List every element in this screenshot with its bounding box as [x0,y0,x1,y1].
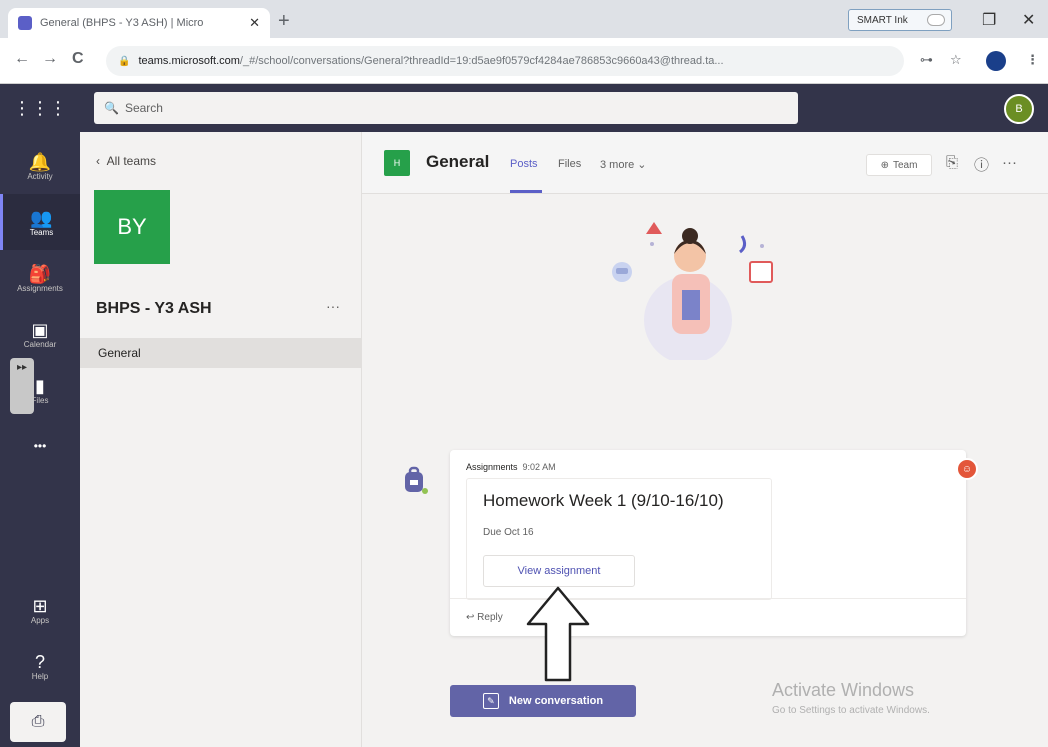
all-teams-label: All teams [106,154,157,168]
welcome-illustration [612,222,773,360]
rail-item-label: Calendar [23,339,57,349]
search-placeholder: Search [124,101,163,115]
browser-toolbar: ← → C 🔒 teams.microsoft.com /_#/school/c… [0,38,1048,84]
post-meta: Assignments 9:02 AM [466,462,556,472]
assignment-title: Homework Week 1 (9/10-16/10) [483,491,724,510]
browser-menu-icon[interactable]: ⋮ [1026,52,1039,68]
teams-icon: 👥 [30,207,53,228]
files-icon: ▮ [35,375,45,396]
back-button[interactable]: ← [14,50,30,68]
reply-icon: ↩ [466,612,478,623]
watermark-title: Activate Windows [772,680,915,700]
assignments-bot-avatar [400,466,430,496]
rail-item-label: Files [31,395,49,405]
rail-item-teams[interactable]: 👥 Teams [0,194,80,250]
smart-ink-toolbar[interactable]: SMART Ink [848,9,952,31]
search-icon: 🔍 [104,101,119,115]
channel-main: H General Posts Files 3 more ⌄ ⊕ Team ⎘ … [362,132,1048,747]
team-name: BHPS - Y3 ASH [96,300,212,317]
team-tile: BY [94,190,170,264]
team-more-options[interactable]: ··· [326,298,340,314]
address-bar[interactable]: 🔒 teams.microsoft.com /_#/school/convers… [106,46,904,76]
team-button[interactable]: ⊕ Team [866,154,932,176]
rail-item-label: Activity [27,171,53,181]
user-avatar[interactable]: B [1004,94,1034,124]
search-input[interactable]: 🔍 Search [94,92,798,124]
help-icon: ? [34,651,45,672]
activate-windows-watermark: Activate Windows Go to Settings to activ… [772,680,930,716]
rail-item-help[interactable]: ? Help [0,638,80,694]
active-tab-indicator [510,190,542,193]
browser-tab[interactable]: General (BHPS - Y3 ASH) | Micro ✕ [8,8,270,38]
annotation-up-arrow-icon [526,586,590,682]
channel-name: General [426,152,490,171]
channel-item-general[interactable]: General [80,338,362,368]
globe-icon: ⊕ [880,159,889,171]
smart-ink-toggle[interactable] [927,14,945,26]
reload-button[interactable]: C [72,50,84,68]
password-key-icon[interactable]: ⊶ [920,52,933,68]
new-conversation-button[interactable]: ✎ New conversation [450,685,636,717]
view-assignment-button[interactable]: View assignment [483,555,635,587]
rail-item-activity[interactable]: 🔔 Activity [0,138,80,194]
assignments-icon: 🎒 [28,263,52,284]
window-restore-button[interactable]: ❐ [982,10,996,30]
url-host: teams.microsoft.com [138,55,240,67]
rail-item-label: Assignments [17,283,63,293]
forward-button[interactable]: → [42,50,58,68]
browser-tab-title: General (BHPS - Y3 ASH) | Micro [40,17,204,29]
more-icon: ••• [33,439,47,453]
chevron-left-icon: ‹ [96,154,107,168]
teams-header: ⋮⋮⋮ 🔍 Search B [0,84,1048,132]
bell-icon: 🔔 [28,151,52,172]
meet-icon[interactable]: ⎘ [946,154,958,171]
rail-item-assignments[interactable]: 🎒 Assignments [0,250,80,306]
smart-ink-label: SMART Ink [857,14,908,26]
device-icon[interactable]: ⎙ [10,702,66,742]
app-rail: 🔔 Activity 👥 Teams 🎒 Assignments ▣ Calen… [0,132,80,747]
assignment-card: Homework Week 1 (9/10-16/10) Due Oct 16 … [466,478,772,600]
rail-item-calendar[interactable]: ▣ Calendar [0,306,80,362]
channel-header: H General Posts Files 3 more ⌄ ⊕ Team ⎘ … [362,132,1048,194]
app-launcher-icon[interactable]: ⋮⋮⋮ [0,84,80,132]
side-scroll-handle[interactable]: ▸▸ [10,358,34,414]
rail-item-more[interactable]: ••• [0,418,80,474]
assignment-due-date: Due Oct 16 [483,527,534,538]
tab-posts[interactable]: Posts [510,158,538,170]
reaction-icon[interactable]: ☺ [956,458,978,480]
apps-icon: ⊞ [32,595,48,616]
channel-more-icon[interactable]: ··· [1002,154,1017,171]
rail-item-apps[interactable]: ⊞ Apps [0,582,80,638]
compose-icon: ✎ [482,693,499,709]
rail-item-label: Help [31,671,49,681]
teams-favicon-icon [18,16,32,30]
team-panel: ‹ All teams BY BHPS - Y3 ASH ··· General [80,132,362,747]
team-button-label: Team [892,159,918,171]
lock-icon: 🔒 [118,55,131,67]
channel-icon: H [384,150,410,176]
all-teams-link[interactable]: ‹ All teams [96,154,156,168]
url-path: /_#/school/conversations/General?threadI… [239,55,724,67]
post-author: Assignments [466,462,518,472]
tab-files[interactable]: Files [558,158,581,170]
profile-avatar[interactable] [986,51,1006,71]
window-close-button[interactable]: ✕ [1022,10,1035,30]
post-time: 9:02 AM [522,462,556,472]
info-icon[interactable]: ⓘ [974,154,989,175]
tab-close-icon[interactable]: ✕ [249,15,260,31]
reply-label: Reply [477,612,503,623]
new-conversation-label: New conversation [508,695,604,707]
watermark-subtitle: Go to Settings to activate Windows. [772,705,930,716]
tab-more[interactable]: 3 more ⌄ [600,158,647,171]
assignments-icon [405,466,428,494]
rail-item-label: Apps [30,615,50,625]
bookmark-star-icon[interactable]: ☆ [950,52,962,68]
calendar-icon: ▣ [31,319,49,340]
rail-item-label: Teams [29,227,54,237]
new-tab-button[interactable]: + [278,10,290,33]
browser-tab-strip: General (BHPS - Y3 ASH) | Micro ✕ + SMAR… [0,0,1048,38]
